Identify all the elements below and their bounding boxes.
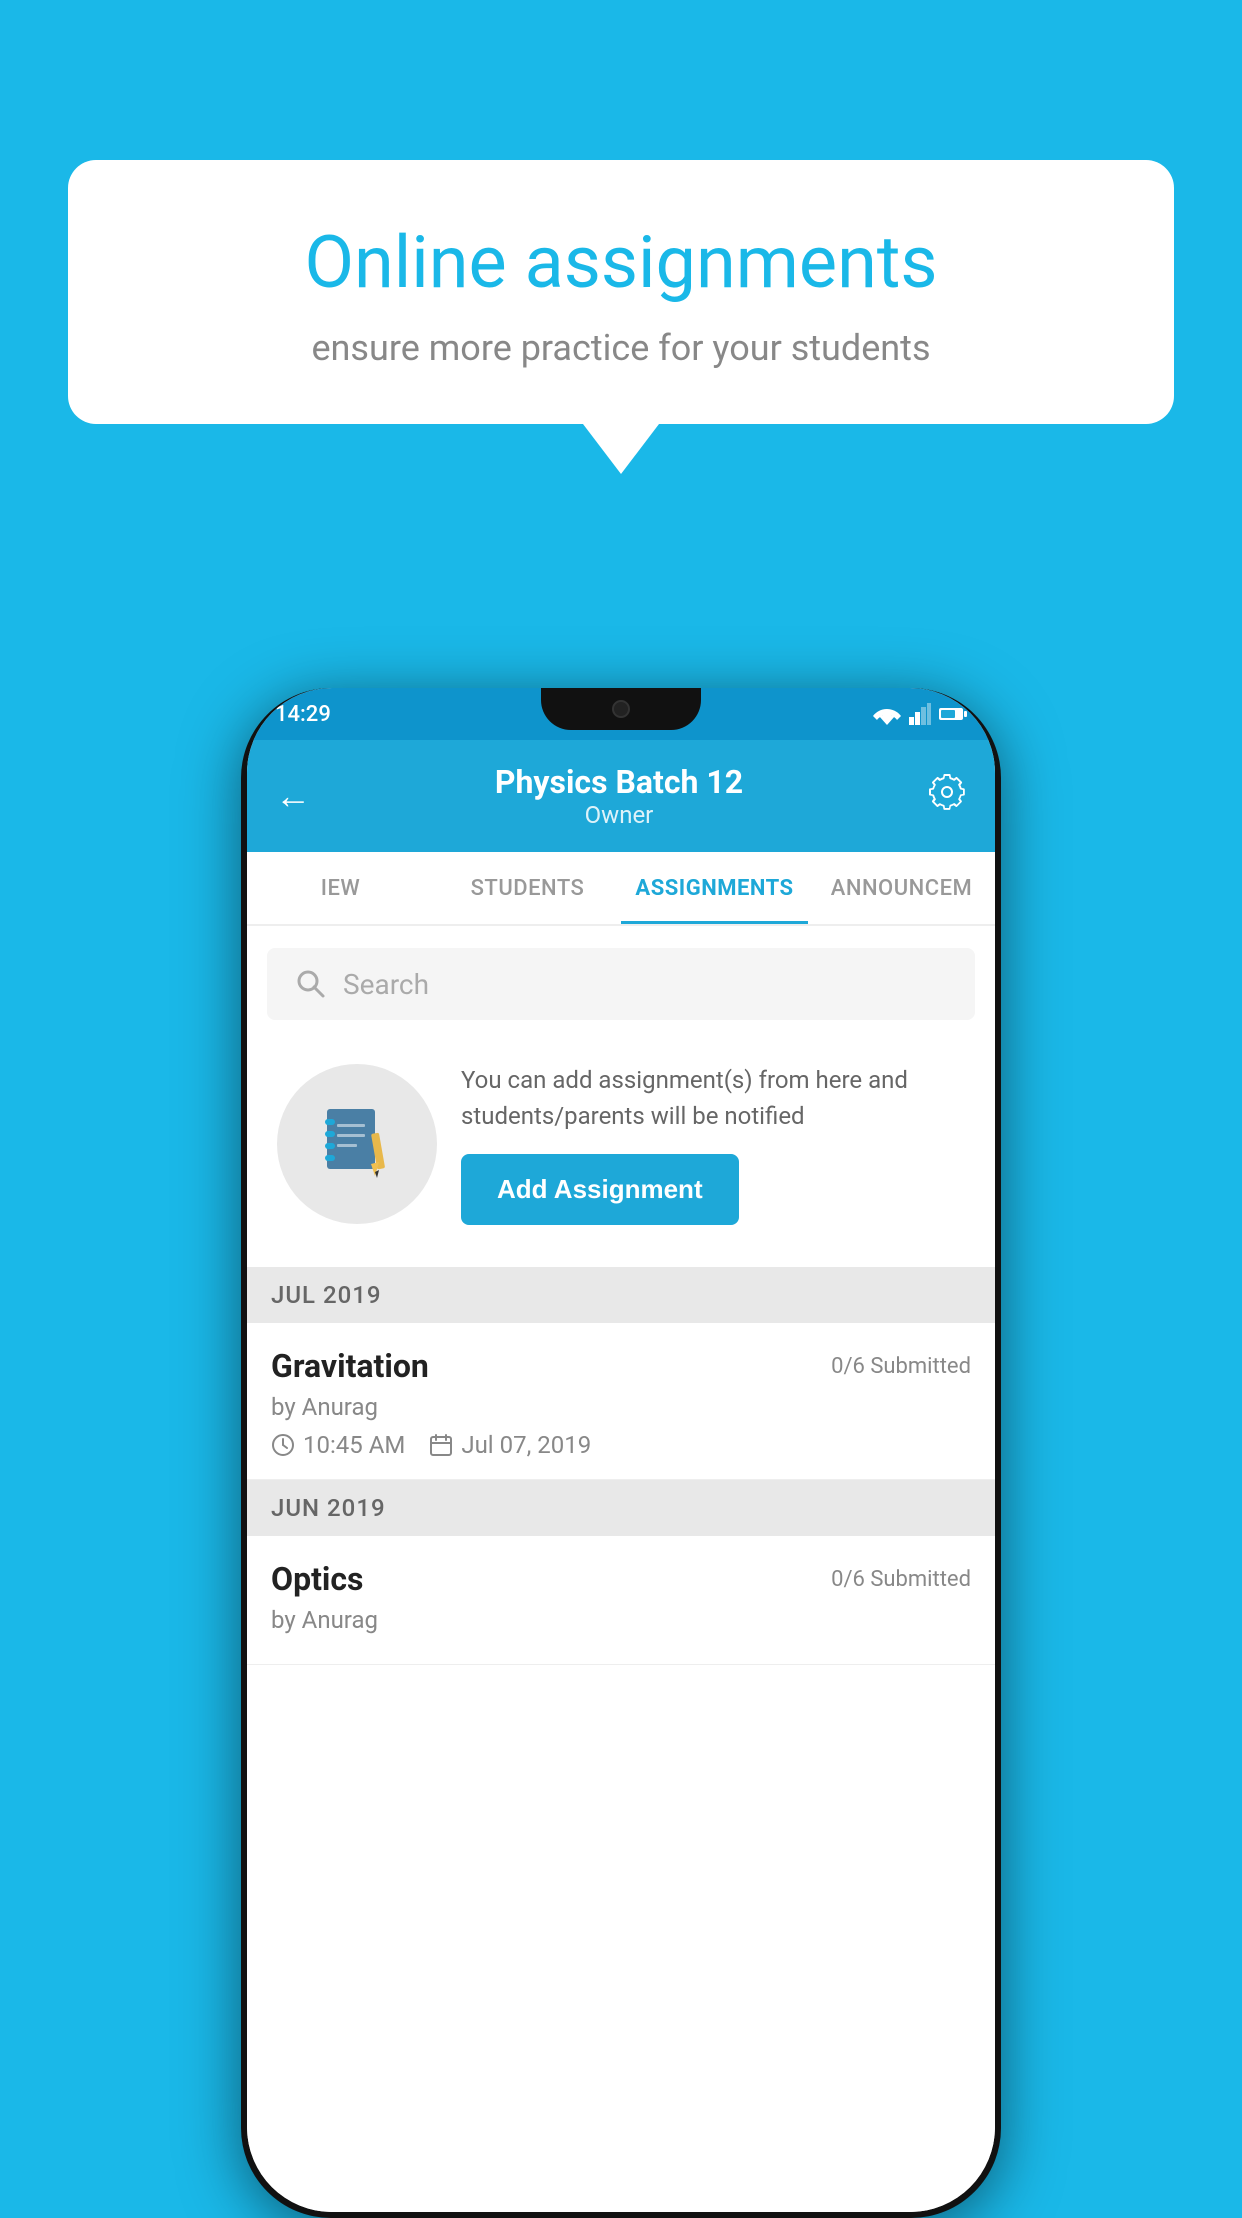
assignment-top-optics: Optics 0/6 Submitted [271,1560,971,1598]
speech-bubble-subtitle: ensure more practice for your students [138,327,1104,369]
section-header-jul: JUL 2019 [247,1267,995,1323]
search-placeholder: Search [343,968,429,1001]
tab-iew[interactable]: IEW [247,852,434,924]
assignment-item-gravitation[interactable]: Gravitation 0/6 Submitted by Anurag 10:4… [247,1323,995,1480]
tab-assignments[interactable]: ASSIGNMENTS [621,852,808,924]
promo-description: You can add assignment(s) from here and … [461,1062,965,1134]
wifi-icon [873,703,901,725]
promo-card: You can add assignment(s) from here and … [267,1042,975,1245]
assignment-meta: 10:45 AM Jul 07, 2019 [271,1431,971,1459]
status-time: 14:29 [275,702,331,727]
clock-icon [271,1433,295,1457]
content-area: Search [247,926,995,2212]
notch-camera [612,700,630,718]
promo-icon-circle [277,1064,437,1224]
section-header-jun: JUN 2019 [247,1480,995,1536]
assignment-submitted: 0/6 Submitted [831,1354,971,1379]
meta-date: Jul 07, 2019 [429,1431,591,1459]
phone-frame: 14:29 [241,688,1001,2218]
assignment-date: Jul 07, 2019 [461,1431,591,1459]
app-bar-subtitle: Owner [495,801,743,829]
assignment-item-optics[interactable]: Optics 0/6 Submitted by Anurag [247,1536,995,1665]
notebook-icon [317,1104,397,1184]
phone-screen: 14:29 [247,688,995,2212]
search-bar[interactable]: Search [267,948,975,1020]
assignment-title-optics: Optics [271,1560,363,1598]
status-icons [873,703,967,725]
assignment-title: Gravitation [271,1347,429,1385]
speech-bubble-wrapper: Online assignments ensure more practice … [68,160,1174,474]
app-bar-title-group: Physics Batch 12 Owner [495,763,743,829]
assignment-submitted-optics: 0/6 Submitted [831,1567,971,1592]
assignment-time: 10:45 AM [303,1431,405,1459]
assignment-author: by Anurag [271,1393,971,1421]
tab-students[interactable]: STUDENTS [434,852,621,924]
speech-bubble-title: Online assignments [138,220,1104,305]
assignment-top: Gravitation 0/6 Submitted [271,1347,971,1385]
back-button[interactable]: ← [275,775,311,817]
app-bar: ← Physics Batch 12 Owner [247,740,995,852]
status-bar: 14:29 [247,688,995,740]
notch [541,688,701,730]
app-bar-title: Physics Batch 12 [495,763,743,801]
meta-time: 10:45 AM [271,1431,405,1459]
promo-text-area: You can add assignment(s) from here and … [461,1062,965,1225]
speech-bubble: Online assignments ensure more practice … [68,160,1174,424]
search-icon [295,968,327,1000]
tab-announcements[interactable]: ANNOUNCEM [808,852,995,924]
speech-bubble-arrow [583,424,659,474]
add-assignment-button[interactable]: Add Assignment [461,1154,739,1225]
calendar-icon [429,1433,453,1457]
tabs: IEW STUDENTS ASSIGNMENTS ANNOUNCEM [247,852,995,926]
signal-icon [909,703,931,725]
battery-icon [939,706,967,722]
assignment-author-optics: by Anurag [271,1606,971,1634]
settings-button[interactable] [927,772,967,820]
